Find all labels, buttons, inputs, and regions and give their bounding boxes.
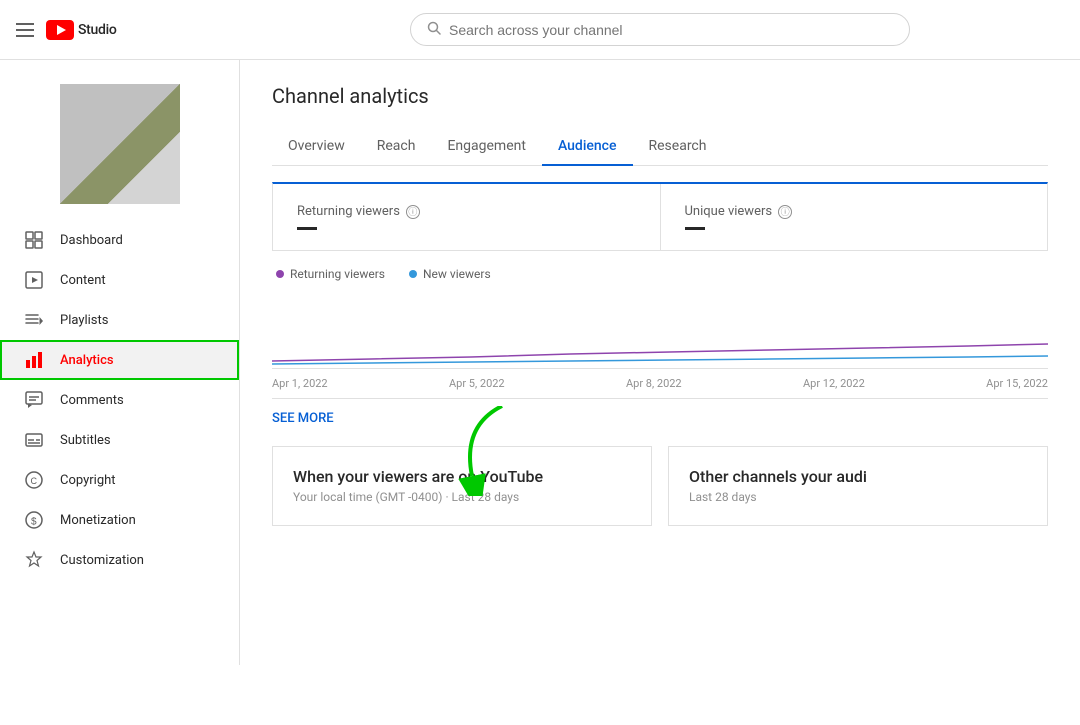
tab-audience[interactable]: Audience xyxy=(542,128,633,166)
copyright-icon: C xyxy=(24,470,44,490)
date-apr8: Apr 8, 2022 xyxy=(626,377,682,390)
legend-dot-returning xyxy=(276,270,284,278)
sidebar-item-content[interactable]: Content xyxy=(0,260,239,300)
date-apr5: Apr 5, 2022 xyxy=(449,377,505,390)
sidebar: Dashboard Content Playlist xyxy=(0,60,240,665)
avatar xyxy=(60,84,180,204)
tab-overview[interactable]: Overview xyxy=(272,128,361,166)
sidebar-label-analytics: Analytics xyxy=(60,353,114,368)
monetization-icon: $ xyxy=(24,510,44,530)
content-icon xyxy=(24,270,44,290)
menu-button[interactable] xyxy=(16,23,34,37)
dashboard-icon xyxy=(24,230,44,250)
date-apr15: Apr 15, 2022 xyxy=(986,377,1048,390)
sidebar-item-subtitles[interactable]: Subtitles xyxy=(0,420,239,460)
sidebar-item-analytics[interactable]: Analytics xyxy=(0,340,239,380)
svg-text:$: $ xyxy=(31,517,37,528)
svg-text:C: C xyxy=(31,476,38,486)
card-other-channels-sub: Last 28 days xyxy=(689,490,1027,504)
search-bar xyxy=(256,13,1064,46)
legend-new: New viewers xyxy=(409,267,491,281)
tab-reach[interactable]: Reach xyxy=(361,128,432,166)
youtube-icon xyxy=(46,20,74,40)
sidebar-label-copyright: Copyright xyxy=(60,473,116,488)
sidebar-label-dashboard: Dashboard xyxy=(60,233,123,248)
search-icon xyxy=(427,20,441,39)
search-input-wrap[interactable] xyxy=(410,13,910,46)
metric-unique-dash xyxy=(685,227,705,230)
header: Studio xyxy=(0,0,1080,60)
tabs: Overview Reach Engagement Audience Resea… xyxy=(272,128,1048,166)
bottom-cards: When your viewers are on YouTube Your lo… xyxy=(272,446,1048,526)
see-more-button[interactable]: SEE MORE xyxy=(272,411,1048,426)
chart-area xyxy=(272,289,1048,369)
customization-icon xyxy=(24,550,44,570)
tab-engagement[interactable]: Engagement xyxy=(431,128,541,166)
tab-research[interactable]: Research xyxy=(633,128,723,166)
comments-icon xyxy=(24,390,44,410)
metric-returning-label: Returning viewers ⓘ xyxy=(297,204,636,219)
studio-label: Studio xyxy=(78,22,117,38)
sidebar-label-playlists: Playlists xyxy=(60,313,108,328)
sidebar-label-subtitles: Subtitles xyxy=(60,433,111,448)
green-arrow xyxy=(442,406,522,500)
date-apr12: Apr 12, 2022 xyxy=(803,377,865,390)
sidebar-item-comments[interactable]: Comments xyxy=(0,380,239,420)
metric-unique-info[interactable]: ⓘ xyxy=(778,205,792,219)
channel-avatar xyxy=(0,60,239,220)
sidebar-item-copyright[interactable]: C Copyright xyxy=(0,460,239,500)
page-title: Channel analytics xyxy=(272,84,1048,108)
chart-legend: Returning viewers New viewers xyxy=(272,267,1048,281)
sidebar-label-monetization: Monetization xyxy=(60,513,136,528)
metric-returning: Returning viewers ⓘ xyxy=(273,184,661,250)
playlists-icon xyxy=(24,310,44,330)
date-apr1: Apr 1, 2022 xyxy=(272,377,328,390)
analytics-icon xyxy=(24,350,44,370)
metric-returning-dash xyxy=(297,227,317,230)
layout: Dashboard Content Playlist xyxy=(0,60,1080,665)
main-content: Channel analytics Overview Reach Engagem… xyxy=(240,60,1080,665)
sidebar-item-playlists[interactable]: Playlists xyxy=(0,300,239,340)
metrics-row: Returning viewers ⓘ Unique viewers ⓘ xyxy=(272,182,1048,251)
search-input[interactable] xyxy=(449,22,893,38)
card-other-channels-title: Other channels your audi xyxy=(689,467,1027,486)
sidebar-item-dashboard[interactable]: Dashboard xyxy=(0,220,239,260)
metric-unique: Unique viewers ⓘ xyxy=(661,184,1048,250)
metric-unique-label: Unique viewers ⓘ xyxy=(685,204,1024,219)
card-other-channels: Other channels your audi Last 28 days xyxy=(668,446,1048,526)
header-left: Studio xyxy=(16,20,256,40)
sidebar-label-content: Content xyxy=(60,273,106,288)
sidebar-label-comments: Comments xyxy=(60,393,124,408)
date-axis: Apr 1, 2022 Apr 5, 2022 Apr 8, 2022 Apr … xyxy=(272,369,1048,399)
chart-svg xyxy=(272,289,1048,369)
sidebar-label-customization: Customization xyxy=(60,553,144,568)
sidebar-item-customization[interactable]: Customization xyxy=(0,540,239,580)
sidebar-item-monetization[interactable]: $ Monetization xyxy=(0,500,239,540)
metric-returning-info[interactable]: ⓘ xyxy=(406,205,420,219)
subtitles-icon xyxy=(24,430,44,450)
legend-dot-new xyxy=(409,270,417,278)
legend-returning: Returning viewers xyxy=(276,267,385,281)
logo[interactable]: Studio xyxy=(46,20,117,40)
